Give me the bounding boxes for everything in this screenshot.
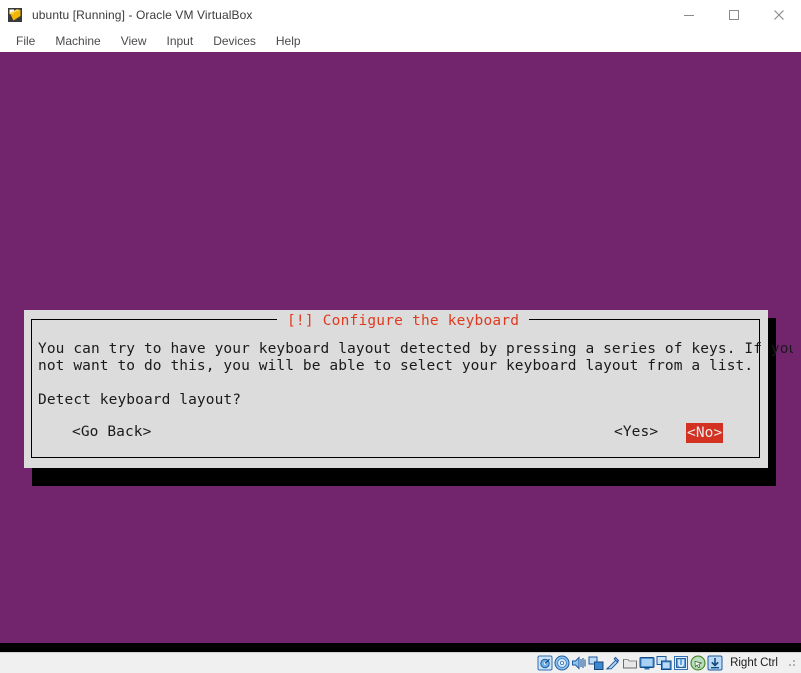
window-titlebar: ubuntu [Running] - Oracle VM VirtualBox (0, 0, 801, 30)
network-icon[interactable] (588, 655, 604, 671)
menubar: File Machine View Input Devices Help (0, 30, 801, 52)
resize-grip[interactable] (786, 656, 798, 670)
go-back-button[interactable]: <Go Back> (72, 423, 151, 441)
virtualbox-window: ubuntu [Running] - Oracle VM VirtualBox … (0, 0, 801, 673)
window-controls (666, 0, 801, 30)
audio-icon[interactable] (571, 655, 587, 671)
optical-drive-icon[interactable] (554, 655, 570, 671)
menu-item-devices[interactable]: Devices (203, 32, 266, 50)
menu-item-file[interactable]: File (6, 32, 45, 50)
hard-disk-icon[interactable] (537, 655, 553, 671)
virtualbox-statusbar: Right Ctrl (0, 652, 801, 673)
recording-icon[interactable] (656, 655, 672, 671)
no-button[interactable]: <No> (686, 423, 724, 443)
dialog-question-text: Detect keyboard layout? (38, 392, 242, 408)
host-key-label: Right Ctrl (730, 657, 778, 669)
configure-keyboard-dialog (24, 310, 768, 468)
dialog-title: [!] Configure the keyboard (277, 312, 530, 330)
display-icon[interactable] (639, 655, 655, 671)
mouse-integration-icon[interactable] (690, 655, 706, 671)
minimize-button[interactable] (666, 0, 711, 30)
menu-item-help[interactable]: Help (266, 32, 311, 50)
vm-display-right-edge (793, 52, 801, 644)
virtualization-icon[interactable] (673, 655, 689, 671)
window-title: ubuntu [Running] - Oracle VM VirtualBox (32, 8, 253, 22)
vm-display[interactable]: [!] Configure the keyboard You can try t… (0, 52, 793, 644)
menu-item-machine[interactable]: Machine (45, 32, 110, 50)
menu-item-input[interactable]: Input (157, 32, 204, 50)
vm-display-bottom-band (0, 643, 801, 652)
maximize-button[interactable] (711, 0, 756, 30)
keyboard-capture-icon[interactable] (707, 655, 723, 671)
dialog-body-text: You can try to have your keyboard layout… (38, 341, 793, 374)
close-button[interactable] (756, 0, 801, 30)
usb-icon[interactable] (605, 655, 621, 671)
shared-folders-icon[interactable] (622, 655, 638, 671)
statusbar-icons (537, 655, 723, 671)
yes-button[interactable]: <Yes> (614, 423, 658, 441)
menu-item-view[interactable]: View (111, 32, 157, 50)
virtualbox-vm-icon (7, 7, 23, 23)
